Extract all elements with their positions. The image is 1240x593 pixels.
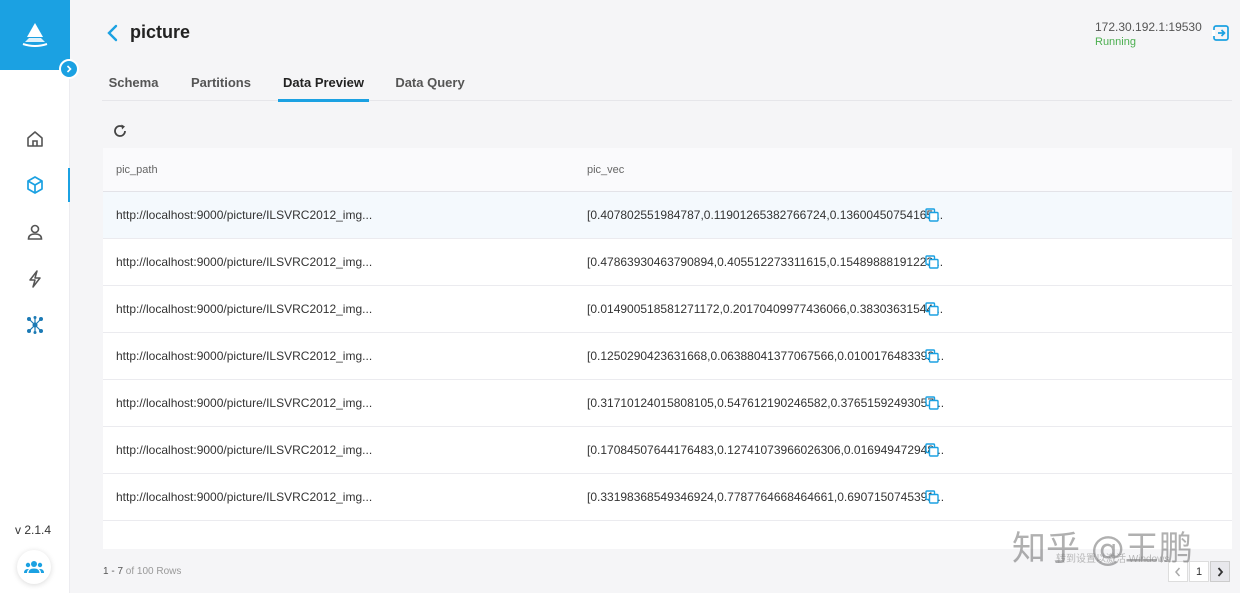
tab-schema[interactable]: Schema: [102, 63, 165, 101]
cell-pic-path: http://localhost:9000/picture/ILSVRC2012…: [116, 302, 373, 316]
server-address: 172.30.192.1:19530: [1095, 20, 1202, 34]
collection-tabs: Schema Partitions Data Preview Data Quer…: [102, 63, 1232, 102]
row-range: 1 - 7: [103, 566, 124, 577]
copy-icon[interactable]: [925, 255, 939, 269]
team-button[interactable]: [17, 550, 51, 584]
table-row[interactable]: http://localhost:9000/picture/ILSVRC2012…: [103, 192, 1232, 239]
refresh-button[interactable]: [110, 121, 130, 141]
home-icon: [27, 131, 43, 147]
refresh-icon: [114, 124, 126, 137]
table-row[interactable]: http://localhost:9000/picture/ILSVRC2012…: [103, 474, 1232, 521]
chevron-right-icon: [1217, 566, 1224, 577]
table-row[interactable]: http://localhost:9000/picture/ILSVRC2012…: [103, 333, 1232, 380]
logout-icon: [1212, 25, 1229, 41]
copy-icon[interactable]: [925, 208, 939, 222]
lightning-icon: [29, 270, 41, 288]
cell-pic-path: http://localhost:9000/picture/ILSVRC2012…: [116, 443, 373, 457]
copy-icon[interactable]: [925, 302, 939, 316]
row-count: 1 - 7 of 100 Rows: [103, 566, 181, 577]
cell-pic-vec: [0.31710124015808105,0.547612190246582,0…: [587, 396, 945, 410]
cell-pic-vec: [0.33198368549346924,0.7787764668464661,…: [587, 490, 945, 504]
copy-icon[interactable]: [925, 443, 939, 457]
sidebar-item-search[interactable]: [0, 262, 70, 296]
table-row[interactable]: http://localhost:9000/picture/ILSVRC2012…: [103, 239, 1232, 286]
row-total: of 100 Rows: [125, 566, 182, 577]
logout-button[interactable]: [1211, 23, 1231, 43]
server-status: Running: [1095, 36, 1136, 48]
back-button[interactable]: [106, 22, 126, 44]
user-icon: [27, 224, 43, 240]
sidebar-item-system[interactable]: [0, 308, 70, 342]
sidebar-item-home[interactable]: [0, 122, 70, 156]
cell-pic-vec: [0.014900518581271172,0.2017040997743606…: [587, 302, 944, 316]
table-row[interactable]: http://localhost:9000/picture/ILSVRC2012…: [103, 427, 1232, 474]
sidebar-item-collections[interactable]: [0, 168, 70, 202]
watermark-subtext: 转到设置以激活 Windows: [1056, 554, 1170, 565]
cell-pic-path: http://localhost:9000/picture/ILSVRC2012…: [116, 208, 373, 222]
tab-partitions[interactable]: Partitions: [188, 63, 254, 101]
copy-icon[interactable]: [925, 490, 939, 504]
team-icon: [24, 561, 44, 573]
cell-pic-path: http://localhost:9000/picture/ILSVRC2012…: [116, 349, 373, 363]
cell-pic-path: http://localhost:9000/picture/ILSVRC2012…: [116, 396, 373, 410]
tab-data-query[interactable]: Data Query: [393, 63, 467, 101]
next-page-button[interactable]: [1210, 561, 1230, 582]
sidebar-expand-button[interactable]: [59, 59, 79, 79]
table-row[interactable]: http://localhost:9000/picture/ILSVRC2012…: [103, 286, 1232, 333]
data-preview-table: pic_path pic_vec http://localhost:9000/p…: [103, 148, 1232, 549]
table-body: http://localhost:9000/picture/ILSVRC2012…: [103, 192, 1232, 521]
column-header-pic-path[interactable]: pic_path: [116, 164, 158, 176]
cluster-icon: [27, 316, 43, 334]
column-header-pic-vec[interactable]: pic_vec: [587, 164, 624, 176]
sidebar: v 2.1.4: [0, 0, 79, 593]
cell-pic-path: http://localhost:9000/picture/ILSVRC2012…: [116, 490, 373, 504]
table-row[interactable]: http://localhost:9000/picture/ILSVRC2012…: [103, 380, 1232, 427]
tab-data-preview[interactable]: Data Preview: [278, 63, 369, 102]
cell-pic-vec: [0.47863930463790894,0.405512273311615,0…: [587, 255, 944, 269]
milvus-logo-icon[interactable]: [0, 0, 70, 70]
cell-pic-vec: [0.17084507644176483,0.12741073966026306…: [587, 443, 945, 457]
cell-pic-vec: [0.1250290423631668,0.06388041377067566,…: [587, 349, 945, 363]
copy-icon[interactable]: [925, 349, 939, 363]
page-title: picture: [130, 22, 191, 42]
cell-pic-path: http://localhost:9000/picture/ILSVRC2012…: [116, 255, 373, 269]
chevron-left-icon: [107, 24, 118, 42]
table-header: pic_path pic_vec: [103, 148, 1232, 192]
sidebar-item-users[interactable]: [0, 215, 70, 249]
app-version: v 2.1.4: [14, 523, 52, 537]
chevron-right-icon: [66, 65, 72, 73]
cell-pic-vec: [0.407802551984787,0.11901265382766724,0…: [587, 208, 944, 222]
cube-icon: [27, 176, 43, 194]
copy-icon[interactable]: [925, 396, 939, 410]
